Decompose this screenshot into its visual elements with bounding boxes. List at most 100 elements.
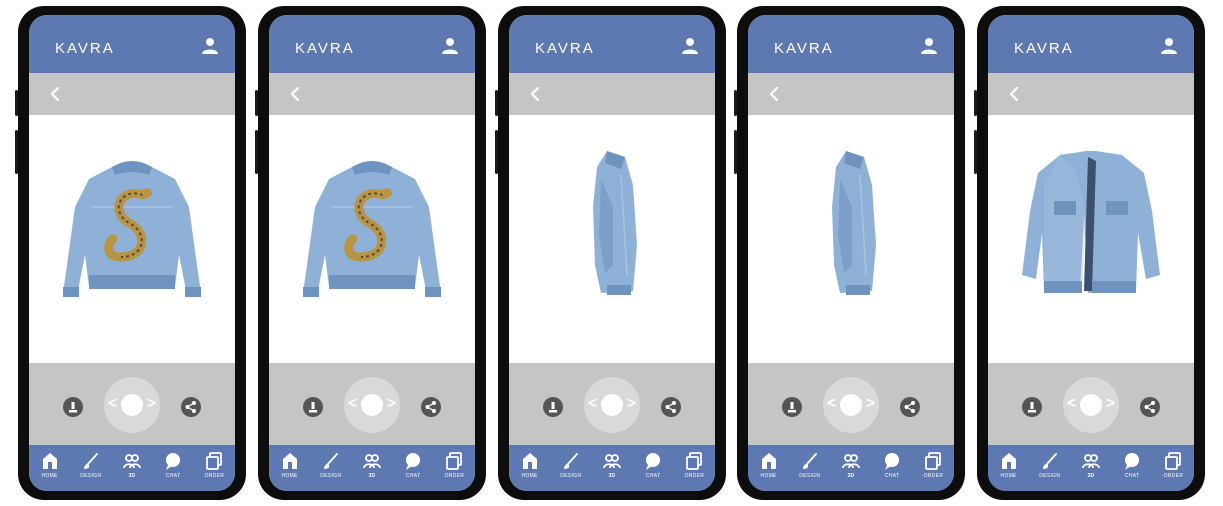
phone-frame-3: KAVRA < > HOME DESIGN 3D CHAT ORDER [495, 6, 726, 500]
rotate-right-arrow[interactable]: > [627, 394, 636, 414]
app-logo: KAVRA [535, 40, 595, 57]
tab-order[interactable]: ORDER [196, 451, 232, 479]
joystick-knob[interactable] [121, 394, 143, 416]
navigation-bar [988, 73, 1194, 115]
joystick-knob[interactable] [840, 394, 862, 416]
tab-chat[interactable]: CHAT [395, 451, 431, 479]
tab-order[interactable]: ORDER [915, 451, 951, 479]
order-icon [206, 452, 223, 470]
rotate-right-arrow[interactable]: > [1106, 394, 1115, 414]
tab-home[interactable]: HOME [991, 451, 1027, 479]
user-profile-icon[interactable] [920, 37, 938, 55]
tab-chat[interactable]: CHAT [1114, 451, 1150, 479]
home-icon [522, 453, 537, 469]
info-button[interactable] [63, 397, 83, 417]
bottom-tab-bar: HOME DESIGN 3D CHAT ORDER [988, 445, 1194, 491]
tab-chat[interactable]: CHAT [155, 451, 191, 479]
joystick-knob[interactable] [361, 394, 383, 416]
tab-label: DESIGN [560, 473, 582, 479]
app-header: KAVRA [988, 15, 1194, 73]
chat-icon [406, 453, 421, 470]
share-button[interactable] [1140, 397, 1160, 417]
app-screen: KAVRA < > HOME DESIGN 3D CHAT ORDER [509, 15, 715, 491]
rotate-left-arrow[interactable]: < [108, 394, 117, 414]
tab-design[interactable]: DESIGN [73, 451, 109, 479]
avatar-icon [123, 454, 141, 469]
tab-3d[interactable]: 3D [594, 451, 630, 479]
order-icon [446, 452, 463, 470]
rotate-right-arrow[interactable]: > [387, 394, 396, 414]
rotate-joystick[interactable]: < > [823, 377, 879, 433]
tab-home[interactable]: HOME [512, 451, 548, 479]
tab-order[interactable]: ORDER [676, 451, 712, 479]
tab-label: DESIGN [80, 473, 102, 479]
info-icon [549, 402, 557, 413]
tab-3d[interactable]: 3D [114, 451, 150, 479]
back-chevron-icon[interactable] [529, 85, 541, 103]
share-button[interactable] [900, 397, 920, 417]
info-button[interactable] [303, 397, 323, 417]
brush-icon [1042, 453, 1057, 469]
phone-frame-4: KAVRA < > HOME DESIGN 3D CHAT ORDER [734, 6, 965, 500]
3d-garment-viewer[interactable] [509, 115, 715, 363]
tab-design[interactable]: DESIGN [792, 451, 828, 479]
joystick-knob[interactable] [1080, 394, 1102, 416]
back-chevron-icon[interactable] [1008, 85, 1020, 103]
navigation-bar [509, 73, 715, 115]
tab-chat[interactable]: CHAT [874, 451, 910, 479]
3d-garment-viewer[interactable] [748, 115, 954, 363]
user-profile-icon[interactable] [441, 37, 459, 55]
avatar-icon [363, 454, 381, 469]
rotate-right-arrow[interactable]: > [147, 394, 156, 414]
share-button[interactable] [421, 397, 441, 417]
info-button[interactable] [782, 397, 802, 417]
tab-3d[interactable]: 3D [354, 451, 390, 479]
tab-design[interactable]: DESIGN [553, 451, 589, 479]
rotate-left-arrow[interactable]: < [1067, 394, 1076, 414]
rotate-joystick[interactable]: < > [344, 377, 400, 433]
user-profile-icon[interactable] [1160, 37, 1178, 55]
tab-label: CHAT [165, 473, 181, 479]
joystick-knob[interactable] [601, 394, 623, 416]
3d-garment-viewer[interactable] [29, 115, 235, 363]
tab-design[interactable]: DESIGN [313, 451, 349, 479]
app-header: KAVRA [29, 15, 235, 73]
rotate-left-arrow[interactable]: < [348, 394, 357, 414]
tab-home[interactable]: HOME [32, 451, 68, 479]
app-header: KAVRA [509, 15, 715, 73]
order-icon [925, 452, 942, 470]
info-button[interactable] [543, 397, 563, 417]
rotate-right-arrow[interactable]: > [866, 394, 875, 414]
tab-3d[interactable]: 3D [1073, 451, 1109, 479]
3d-garment-viewer[interactable] [988, 115, 1194, 363]
bottom-tab-bar: HOME DESIGN 3D CHAT ORDER [269, 445, 475, 491]
tab-label: HOME [760, 473, 777, 479]
tab-3d[interactable]: 3D [833, 451, 869, 479]
tab-order[interactable]: ORDER [1155, 451, 1191, 479]
tab-home[interactable]: HOME [272, 451, 308, 479]
rotate-left-arrow[interactable]: < [827, 394, 836, 414]
rotate-joystick[interactable]: < > [104, 377, 160, 433]
rotate-joystick[interactable]: < > [584, 377, 640, 433]
back-chevron-icon[interactable] [289, 85, 301, 103]
user-profile-icon[interactable] [201, 37, 219, 55]
tab-design[interactable]: DESIGN [1032, 451, 1068, 479]
rotate-left-arrow[interactable]: < [588, 394, 597, 414]
tab-home[interactable]: HOME [751, 451, 787, 479]
denim-jacket-image [832, 151, 876, 295]
tab-label: 3D [1087, 473, 1095, 479]
rotate-joystick[interactable]: < > [1063, 377, 1119, 433]
3d-garment-viewer[interactable] [269, 115, 475, 363]
app-logo: KAVRA [774, 40, 834, 57]
info-button[interactable] [1022, 397, 1042, 417]
home-icon [282, 453, 297, 469]
back-chevron-icon[interactable] [49, 85, 61, 103]
avatar-icon [842, 454, 860, 469]
share-button[interactable] [181, 397, 201, 417]
user-profile-icon[interactable] [681, 37, 699, 55]
tab-label: HOME [521, 473, 538, 479]
back-chevron-icon[interactable] [768, 85, 780, 103]
share-button[interactable] [661, 397, 681, 417]
tab-chat[interactable]: CHAT [635, 451, 671, 479]
tab-order[interactable]: ORDER [436, 451, 472, 479]
